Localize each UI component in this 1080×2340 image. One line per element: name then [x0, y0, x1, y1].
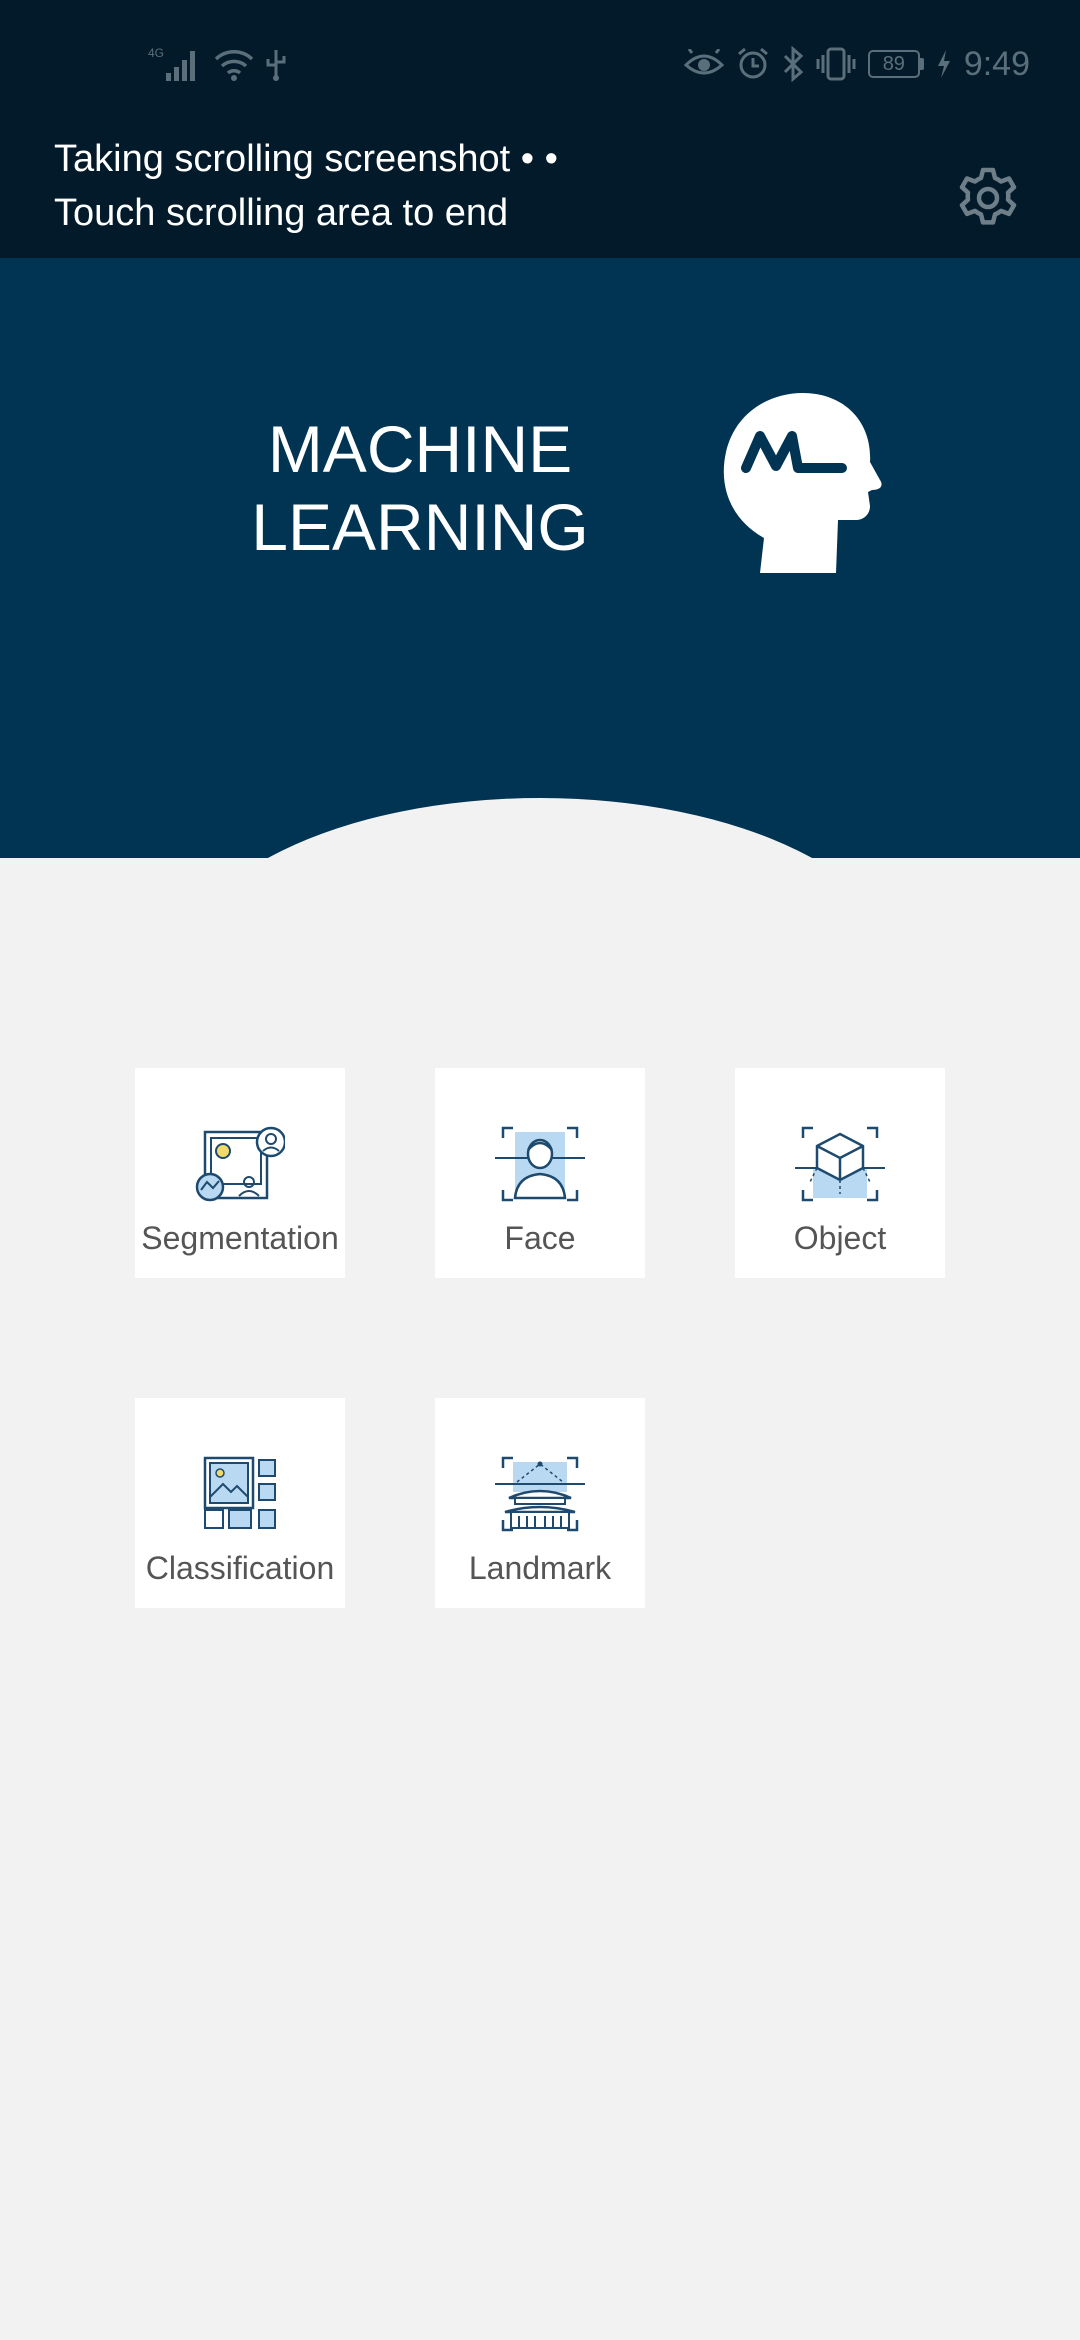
- wifi-icon: [214, 47, 254, 81]
- classification-icon: [195, 1454, 285, 1534]
- status-time: 9:49: [963, 44, 1030, 83]
- tile-landmark[interactable]: Landmark: [435, 1398, 645, 1608]
- network-type-label: 4G: [148, 46, 164, 60]
- hero-title-line-1: MACHINE: [267, 412, 573, 486]
- battery-icon: 89: [867, 50, 924, 78]
- tile-face[interactable]: Face: [435, 1068, 645, 1278]
- tile-label: Object: [793, 1220, 887, 1256]
- alarm-icon: [736, 47, 770, 81]
- hero-banner: MACHINE LEARNING: [0, 258, 1080, 858]
- charging-icon: [936, 49, 952, 79]
- scrolling-screenshot-overlay: 4G 89 9:49 Taking scrolling screenshot •…: [0, 0, 1080, 258]
- overlay-subtitle: Touch scrolling area to end: [54, 192, 509, 234]
- landmark-icon: [495, 1454, 585, 1534]
- ml-head-logo-icon: [712, 388, 882, 578]
- tile-label: Segmentation: [141, 1220, 339, 1256]
- usb-icon: [264, 47, 288, 81]
- tile-label: Classification: [145, 1550, 335, 1586]
- segmentation-icon: [195, 1124, 287, 1204]
- status-bar-left: 4G: [148, 44, 288, 84]
- object-icon: [795, 1124, 885, 1204]
- vibrate-icon: [816, 46, 856, 82]
- battery-level: 89: [867, 50, 920, 78]
- hero-curve: [175, 798, 905, 858]
- eye-comfort-icon: [683, 49, 724, 79]
- face-icon: [495, 1124, 585, 1204]
- tile-segmentation[interactable]: Segmentation: [135, 1068, 345, 1278]
- tile-label: Face: [504, 1220, 576, 1256]
- tile-label: Landmark: [468, 1550, 612, 1586]
- hero-title-line-2: LEARNING: [251, 490, 589, 564]
- overlay-title: Taking scrolling screenshot • •: [54, 138, 558, 180]
- signal-icon: 4G: [148, 45, 204, 83]
- hero-title: MACHINE LEARNING: [220, 410, 620, 566]
- bluetooth-icon: [782, 46, 804, 82]
- status-bar-right: 89 9:49: [683, 44, 1030, 84]
- scrolling-screenshot-message[interactable]: Taking scrolling screenshot • • Touch sc…: [54, 132, 558, 240]
- gear-icon[interactable]: [952, 162, 1024, 234]
- tile-classification[interactable]: Classification: [135, 1398, 345, 1608]
- tile-object[interactable]: Object: [735, 1068, 945, 1278]
